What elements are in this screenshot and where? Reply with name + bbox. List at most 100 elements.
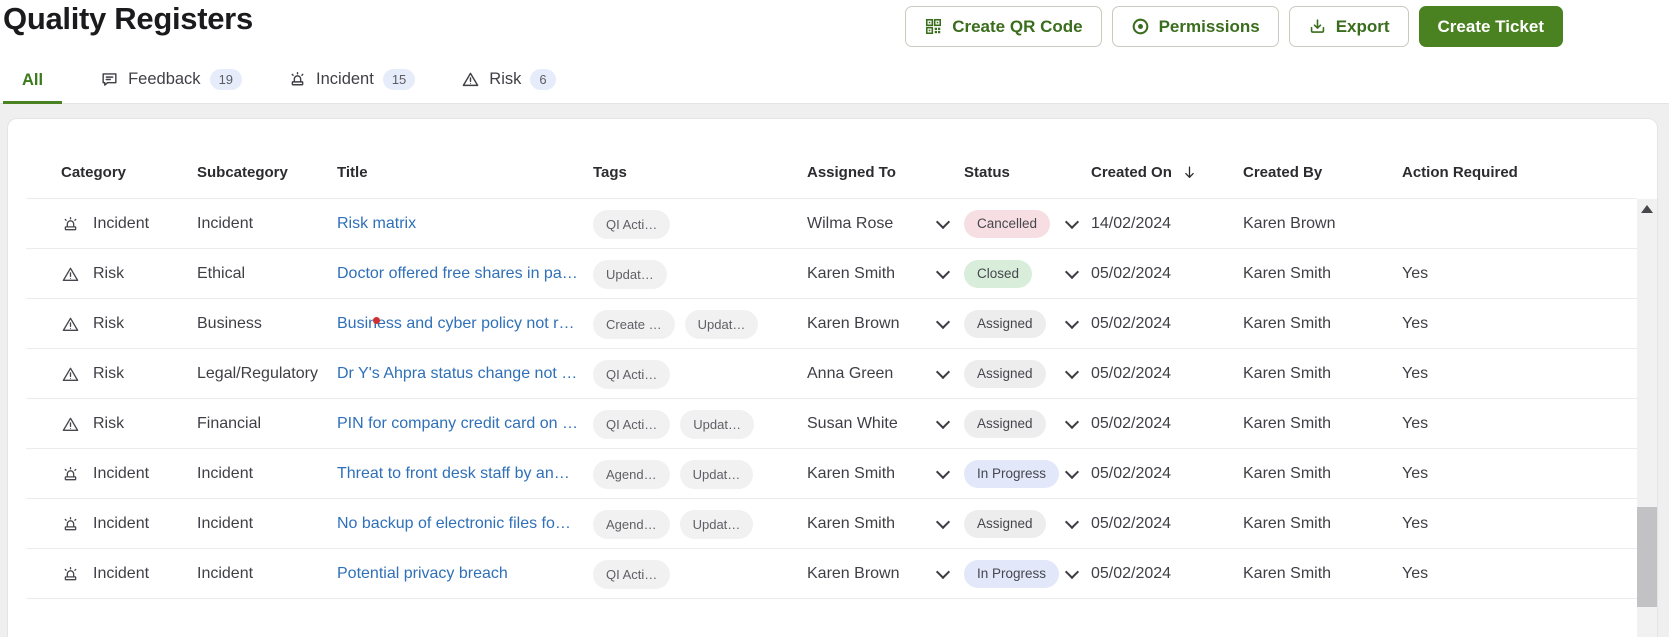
- category-cell: Risk: [93, 415, 125, 432]
- tag-pill: Updat…: [684, 309, 759, 339]
- table-row[interactable]: Incident Incident No backup of electroni…: [8, 499, 1657, 549]
- column-header-created-on[interactable]: Created On: [1091, 164, 1243, 181]
- table-row[interactable]: Risk Legal/Regulatory Dr Y's Ahpra statu…: [8, 349, 1657, 399]
- subcategory-cell: Ethical: [197, 265, 246, 282]
- assigned-to-value: Karen Brown: [807, 315, 900, 332]
- status-dropdown-chevron-icon[interactable]: [1064, 314, 1080, 330]
- incident-count-badge: 15: [382, 69, 416, 90]
- title-link[interactable]: Threat to front desk staff by an…: [337, 465, 570, 483]
- tags-cell: QI Acti…: [593, 359, 807, 389]
- created-on-cell: 05/02/2024: [1091, 365, 1172, 382]
- column-header-action-required[interactable]: Action Required: [1402, 164, 1657, 181]
- export-button[interactable]: Export: [1288, 6, 1409, 47]
- assigned-to-dropdown-chevron-icon[interactable]: [935, 414, 951, 430]
- sort-descending-arrow-icon[interactable]: [1181, 164, 1198, 181]
- tag-pill: Updat…: [680, 409, 754, 439]
- tab-risk[interactable]: Risk 6: [453, 69, 563, 104]
- table-row[interactable]: Incident Incident Threat to front desk s…: [8, 449, 1657, 499]
- subcategory-cell: Incident: [197, 515, 254, 532]
- scroll-up-arrow-icon: [1641, 205, 1653, 213]
- tab-feedback[interactable]: Feedback 19: [92, 69, 250, 104]
- status-dropdown-chevron-icon[interactable]: [1064, 564, 1080, 580]
- title-link[interactable]: Potential privacy breach: [337, 565, 508, 583]
- title-link[interactable]: PIN for company credit card on …: [337, 415, 578, 433]
- category-icon: [61, 265, 80, 284]
- tab-all[interactable]: All: [3, 71, 63, 104]
- category-icon: [61, 415, 80, 434]
- status-badge: Cancelled: [964, 210, 1051, 238]
- table-row[interactable]: Risk Business Business and cyber policy …: [8, 299, 1657, 349]
- assigned-to-dropdown-chevron-icon[interactable]: [935, 264, 951, 280]
- tab-incident[interactable]: Incident 15: [280, 69, 423, 104]
- scrollbar-thumb[interactable]: [1637, 507, 1657, 607]
- tag-pill: Updat…: [679, 459, 754, 489]
- tag-pill: Agend…: [593, 459, 670, 489]
- title-link[interactable]: Doctor offered free shares in pa…: [337, 265, 578, 283]
- permissions-button[interactable]: Permissions: [1111, 6, 1279, 47]
- assigned-to-dropdown-chevron-icon[interactable]: [935, 564, 951, 580]
- column-header-assigned-to[interactable]: Assigned To: [807, 164, 964, 181]
- assigned-to-dropdown-chevron-icon[interactable]: [935, 464, 951, 480]
- created-on-cell: 05/02/2024: [1091, 265, 1172, 282]
- column-header-status[interactable]: Status: [964, 164, 1091, 181]
- status-badge: Assigned: [964, 310, 1046, 338]
- status-dropdown-chevron-icon[interactable]: [1064, 464, 1080, 480]
- action-required-cell: Yes: [1402, 315, 1429, 332]
- toolbar: Create QR Code Permissions Export Create…: [905, 6, 1563, 47]
- title-link[interactable]: Dr Y's Ahpra status change not …: [337, 365, 577, 383]
- subcategory-cell: Financial: [197, 415, 262, 432]
- create-qr-code-button[interactable]: Create QR Code: [905, 6, 1102, 47]
- tag-pill: Create …: [593, 309, 675, 339]
- created-by-cell: Karen Smith: [1243, 315, 1332, 332]
- assigned-to-dropdown-chevron-icon[interactable]: [935, 364, 951, 380]
- column-header-subcategory[interactable]: Subcategory: [197, 164, 337, 181]
- vertical-scrollbar[interactable]: [1637, 199, 1657, 637]
- title-link[interactable]: No backup of electronic files fo…: [337, 515, 571, 533]
- title-link[interactable]: Risk matrix: [337, 215, 416, 233]
- column-header-title[interactable]: Title: [337, 164, 593, 181]
- category-cell: Incident: [93, 465, 150, 482]
- register-tabs: All Feedback 19 Incident 15 Risk 6: [3, 62, 564, 104]
- assigned-to-dropdown-chevron-icon[interactable]: [935, 314, 951, 330]
- status-dropdown-chevron-icon[interactable]: [1064, 264, 1080, 280]
- table-row[interactable]: Risk Financial PIN for company credit ca…: [8, 399, 1657, 449]
- tags-cell: QI Acti…: [593, 559, 807, 589]
- action-required-cell: Yes: [1402, 565, 1429, 582]
- status-dropdown-chevron-icon[interactable]: [1064, 514, 1080, 530]
- action-required-cell: Yes: [1402, 365, 1429, 382]
- table-row[interactable]: Incident Incident Potential privacy brea…: [8, 549, 1657, 599]
- column-header-tags[interactable]: Tags: [593, 164, 807, 181]
- table-row[interactable]: Incident Incident Risk matrix QI Acti… W…: [8, 199, 1657, 249]
- assigned-to-dropdown-chevron-icon[interactable]: [935, 214, 951, 230]
- status-dropdown-chevron-icon[interactable]: [1064, 414, 1080, 430]
- tag-pill: QI Acti…: [593, 559, 671, 589]
- tags-cell: Create … Updat…: [593, 309, 807, 339]
- category-icon: [61, 465, 80, 484]
- status-dropdown-chevron-icon[interactable]: [1064, 214, 1080, 230]
- category-cell: Incident: [93, 565, 150, 582]
- created-on-cell: 05/02/2024: [1091, 515, 1172, 532]
- create-ticket-button[interactable]: Create Ticket: [1418, 6, 1563, 47]
- created-by-cell: Karen Smith: [1243, 415, 1332, 432]
- created-by-cell: Karen Smith: [1243, 465, 1332, 482]
- column-header-created-by[interactable]: Created By: [1243, 164, 1402, 181]
- create-qr-code-label: Create QR Code: [952, 16, 1083, 36]
- category-icon: [61, 365, 80, 384]
- created-by-cell: Karen Smith: [1243, 265, 1332, 282]
- column-header-category[interactable]: Category: [61, 164, 197, 181]
- assigned-to-value: Anna Green: [807, 365, 894, 382]
- table-row[interactable]: Risk Ethical Doctor offered free shares …: [8, 249, 1657, 299]
- status-badge: In Progress: [964, 560, 1060, 588]
- permissions-icon: [1131, 17, 1150, 36]
- action-required-cell: Yes: [1402, 265, 1429, 282]
- category-icon: [61, 515, 80, 534]
- assigned-to-value: Karen Smith: [807, 465, 896, 482]
- status-dropdown-chevron-icon[interactable]: [1064, 364, 1080, 380]
- assigned-to-dropdown-chevron-icon[interactable]: [935, 514, 951, 530]
- scroll-up-button[interactable]: [1637, 199, 1657, 219]
- subcategory-cell: Incident: [197, 465, 254, 482]
- create-ticket-label: Create Ticket: [1437, 16, 1544, 36]
- assigned-to-value: Karen Smith: [807, 265, 896, 282]
- created-on-header-label: Created On: [1091, 163, 1172, 181]
- created-by-cell: Karen Brown: [1243, 215, 1336, 232]
